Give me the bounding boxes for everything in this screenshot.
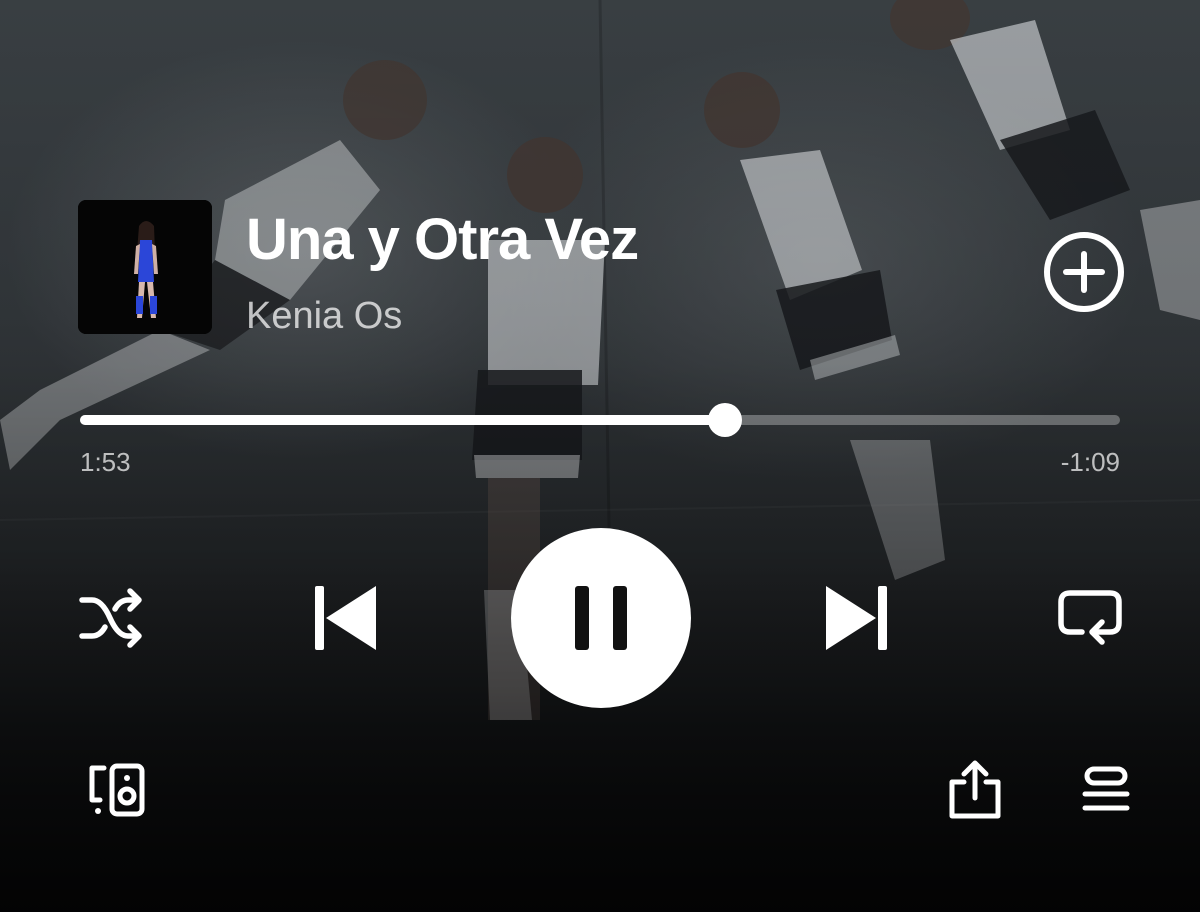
previous-track-button[interactable] bbox=[306, 580, 386, 656]
add-to-library-button[interactable] bbox=[1040, 228, 1128, 316]
repeat-button[interactable] bbox=[1052, 584, 1128, 652]
share-icon bbox=[949, 760, 1001, 819]
pause-button[interactable] bbox=[511, 528, 691, 708]
artist-name[interactable]: Kenia Os bbox=[246, 290, 402, 342]
repeat-icon bbox=[1058, 590, 1122, 645]
connect-device-icon bbox=[89, 763, 145, 817]
skip-previous-icon bbox=[315, 586, 376, 650]
next-track-button[interactable] bbox=[816, 580, 896, 656]
track-title[interactable]: Una y Otra Vez bbox=[246, 204, 639, 276]
elapsed-time: 1:53 bbox=[80, 447, 131, 477]
shuffle-icon bbox=[79, 588, 142, 648]
background-fade bbox=[0, 0, 1200, 912]
connect-device-button[interactable] bbox=[84, 760, 150, 820]
progress-handle[interactable] bbox=[707, 403, 742, 437]
plus-circle-icon bbox=[1044, 232, 1124, 312]
queue-button[interactable] bbox=[1078, 764, 1134, 818]
album-art bbox=[78, 200, 212, 334]
pause-icon bbox=[575, 586, 627, 650]
shuffle-button[interactable] bbox=[76, 586, 148, 650]
skip-next-icon bbox=[826, 586, 887, 650]
share-button[interactable] bbox=[944, 758, 1006, 822]
queue-icon bbox=[1082, 766, 1130, 811]
now-playing-screen: Una y Otra Vez Kenia Os 1:53 -1:09 bbox=[0, 0, 1200, 912]
remaining-time: -1:09 bbox=[1060, 447, 1120, 477]
progress-bar[interactable] bbox=[80, 398, 1120, 444]
background-artwork bbox=[0, 0, 1200, 912]
progress-fill bbox=[80, 415, 725, 425]
